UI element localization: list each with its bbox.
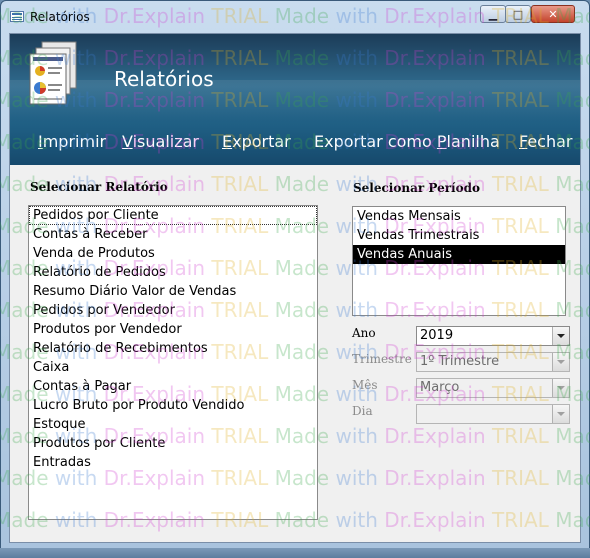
report-list-item[interactable]: Produtos por Cliente [29, 434, 317, 453]
taskbar [0, 548, 590, 558]
header-banner: Relatórios Imprimir Visualizar Exportar … [10, 34, 580, 165]
dia-combo[interactable] [416, 404, 570, 424]
menu-visualizar[interactable]: Visualizar [122, 132, 199, 151]
report-list-item[interactable]: Pedidos por Cliente [29, 206, 317, 225]
report-list-item[interactable]: Contas à Receber [29, 225, 317, 244]
report-window: Relatórios ▁ □ ✕ Relatórios Imprimir Vis… [0, 0, 590, 550]
client-area: Relatórios Imprimir Visualizar Exportar … [9, 33, 581, 543]
ano-value: 2019 [420, 328, 454, 343]
header-title: Relatórios [114, 67, 214, 91]
menu-exportar[interactable]: Exportar [222, 132, 291, 151]
report-document-icon [29, 41, 77, 105]
mes-dropdown-arrow-icon[interactable] [552, 379, 569, 397]
report-list-item[interactable]: Relatório de Recebimentos [29, 339, 317, 358]
dia-dropdown-arrow-icon[interactable] [552, 405, 569, 423]
trimestre-value: 1º Trimestre [420, 354, 500, 369]
ano-dropdown-arrow-icon[interactable] [552, 327, 569, 345]
period-list-item[interactable]: Vendas Anuais [353, 245, 565, 264]
period-list-item[interactable]: Vendas Trimestrais [353, 226, 565, 245]
menu-exportar-planilha[interactable]: Exportar como Planilha [314, 132, 500, 151]
report-list-item[interactable]: Lucro Bruto por Produto Vendido [29, 396, 317, 415]
report-list-item[interactable]: Pedidos por Vendedor [29, 301, 317, 320]
report-list-item[interactable]: Caixa [29, 358, 317, 377]
minimize-button[interactable]: ▁ [480, 5, 506, 23]
report-list-item[interactable]: Entradas [29, 453, 317, 472]
trimestre-label: Trimestre [352, 352, 412, 366]
report-list-item[interactable]: Estoque [29, 415, 317, 434]
select-period-label: Selecionar Período [353, 181, 480, 195]
menu-bar: Imprimir Visualizar Exportar Exportar co… [10, 132, 580, 160]
report-list-item[interactable]: Relatório de Pedidos [29, 263, 317, 282]
select-report-label: Selecionar Relatório [30, 180, 168, 194]
window-title: Relatórios [30, 10, 90, 24]
mes-value: Março [420, 380, 460, 395]
report-list-item[interactable]: Resumo Diário Valor de Vendas [29, 282, 317, 301]
title-bar[interactable]: Relatórios ▁ □ ✕ [1, 1, 589, 33]
close-button[interactable]: ✕ [531, 5, 575, 23]
mes-combo[interactable]: Março [416, 378, 570, 398]
report-list-item[interactable]: Contas à Pagar [29, 377, 317, 396]
ano-label: Ano [352, 326, 376, 340]
ano-combo[interactable]: 2019 [416, 326, 570, 346]
trimestre-combo[interactable]: 1º Trimestre [416, 352, 570, 372]
report-list-item[interactable]: Produtos por Vendedor [29, 320, 317, 339]
form-icon [10, 11, 24, 22]
menu-imprimir[interactable]: Imprimir [38, 132, 106, 151]
maximize-button[interactable]: □ [505, 5, 531, 23]
report-listbox[interactable]: Pedidos por Cliente Contas à Receber Venda… [28, 205, 318, 520]
dia-label: Dia [352, 404, 373, 418]
report-list-item[interactable]: Venda de Produtos [29, 244, 317, 263]
trimestre-dropdown-arrow-icon[interactable] [552, 353, 569, 371]
period-list-item[interactable]: Vendas Mensais [353, 207, 565, 226]
period-listbox[interactable]: Vendas Mensais Vendas Trimestrais Vendas A… [352, 206, 566, 316]
menu-fechar[interactable]: Fechar [519, 132, 573, 151]
mes-label: Mês [352, 378, 378, 392]
